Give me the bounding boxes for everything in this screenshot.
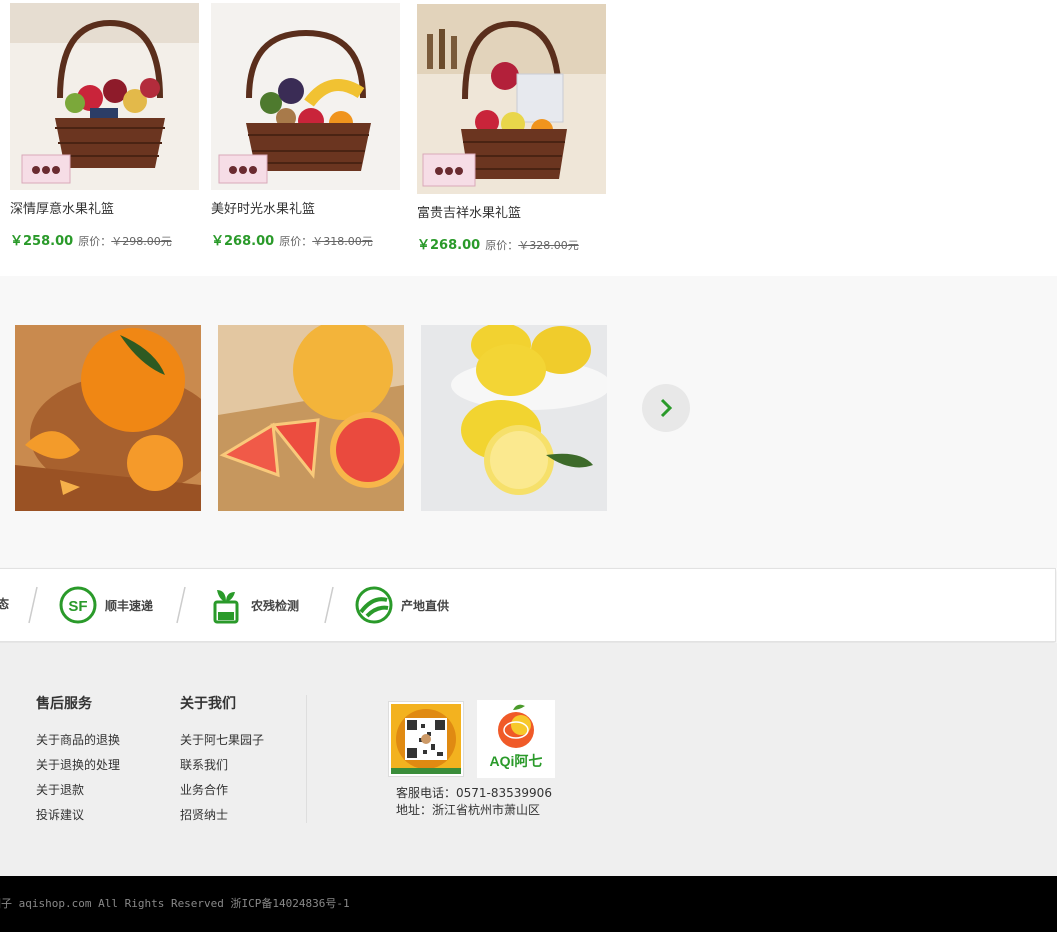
product-price: ￥268.00: [417, 238, 481, 253]
phone-text: 客服电话：0571-83539906: [396, 786, 552, 800]
svg-text:SF: SF: [68, 598, 87, 615]
product-price-row: ￥268.00 原价：￥318.00元: [211, 230, 401, 249]
logo-text: AQi阿七: [490, 753, 543, 769]
farm-direct-icon: [355, 586, 393, 624]
feature-label-partial: 态: [0, 597, 10, 611]
original-price-label: 原价：: [78, 235, 112, 248]
qr-code: [388, 701, 464, 777]
product-name[interactable]: 美好时光水果礼篮: [211, 198, 401, 217]
footer-link[interactable]: 关于商品的退换: [36, 728, 120, 753]
fruit-carousel: [0, 276, 1057, 568]
column-title: 关于我们: [180, 696, 236, 712]
carousel-next-button[interactable]: [642, 384, 690, 432]
product-price: ￥268.00: [211, 234, 275, 249]
product-card[interactable]: 美好时光水果礼篮 ￥268.00 原价：￥318.00元: [211, 3, 401, 249]
about-us-column: 关于我们 关于阿七果园子 联系我们 业务合作 招贤纳士: [180, 693, 264, 828]
original-price: ￥318.00元: [312, 235, 373, 248]
brand-logo: AQi阿七: [477, 700, 555, 778]
footer-link[interactable]: 关于阿七果园子: [180, 728, 264, 753]
pesticide-test-icon: [213, 590, 239, 624]
page: 深情厚意水果礼篮 ￥258.00 原价：￥298.00元 美好时光水果礼篮 ￥2…: [0, 0, 1057, 932]
address-text: 地址：浙江省杭州市萧山区: [396, 803, 541, 817]
column-title: 售后服务: [36, 696, 92, 712]
feature-sf-express: SF 顺丰速递: [59, 585, 153, 625]
tangerine-image[interactable]: [15, 325, 201, 511]
chevron-right-icon: [660, 398, 673, 418]
footer-link[interactable]: 关于退款: [36, 778, 120, 803]
product-card[interactable]: 富贵吉祥水果礼篮 ￥268.00 原价：￥328.00元: [417, 4, 607, 253]
original-price-label: 原价：: [279, 235, 313, 248]
feature-label: 农残检测: [251, 598, 300, 613]
divider-slash: [176, 586, 186, 624]
features-bar: 态 SF 顺丰速递 农残检测 产地直供: [0, 568, 1056, 642]
product-name[interactable]: 富贵吉祥水果礼篮: [417, 202, 607, 221]
original-price: ￥298.00元: [111, 235, 172, 248]
footer-link[interactable]: 投诉建议: [36, 803, 120, 828]
copyright-bar: 园子 aqishop.com All Rights Reserved 浙ICP备…: [0, 876, 1057, 932]
lemon-image[interactable]: [421, 325, 607, 511]
sf-express-icon: SF: [59, 586, 97, 624]
grapefruit-image[interactable]: [218, 325, 404, 511]
original-price-label: 原价：: [485, 239, 519, 252]
product-image[interactable]: [10, 3, 199, 190]
footer-link[interactable]: 关于退换的处理: [36, 753, 120, 778]
footer-link[interactable]: 联系我们: [180, 753, 264, 778]
feature-farm-direct: 产地直供: [355, 585, 449, 625]
footer-link[interactable]: 招贤纳士: [180, 803, 264, 828]
feature-label: 顺丰速递: [105, 598, 154, 613]
footer: 售后服务 关于商品的退换 关于退换的处理 关于退款 投诉建议 关于我们 关于阿七…: [0, 643, 1057, 876]
after-sales-column: 售后服务 关于商品的退换 关于退换的处理 关于退款 投诉建议: [36, 693, 120, 828]
copyright-text: 园子 aqishop.com All Rights Reserved 浙ICP备…: [0, 897, 350, 910]
divider-slash: [324, 586, 334, 624]
product-image[interactable]: [417, 4, 606, 194]
product-price-row: ￥268.00 原价：￥328.00元: [417, 234, 607, 253]
product-image[interactable]: [211, 3, 400, 190]
footer-divider: [306, 695, 307, 823]
divider-slash: [28, 586, 38, 624]
feature-label: 产地直供: [401, 598, 450, 613]
contact-info: 客服电话：0571-83539906 地址：浙江省杭州市萧山区: [396, 785, 552, 819]
original-price: ￥328.00元: [518, 239, 579, 252]
product-card[interactable]: 深情厚意水果礼篮 ￥258.00 原价：￥298.00元: [10, 3, 200, 249]
product-price-row: ￥258.00 原价：￥298.00元: [10, 230, 200, 249]
footer-link[interactable]: 业务合作: [180, 778, 264, 803]
product-name[interactable]: 深情厚意水果礼篮: [10, 198, 200, 217]
product-price: ￥258.00: [10, 234, 74, 249]
product-list: 深情厚意水果礼篮 ￥258.00 原价：￥298.00元 美好时光水果礼篮 ￥2…: [0, 0, 1057, 276]
feature-pesticide-test: 农残检测: [209, 585, 299, 625]
